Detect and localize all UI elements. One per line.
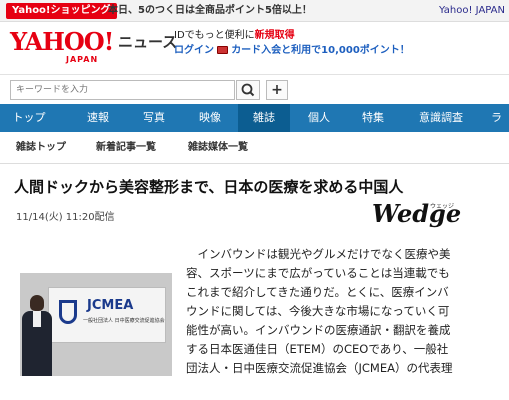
add-button[interactable]: + <box>266 80 288 100</box>
nav-item-top[interactable]: トップ <box>0 104 58 132</box>
credit-card-icon <box>217 46 229 54</box>
nav-item-individual[interactable]: 個人 <box>292 104 346 132</box>
article-title: 人間ドックから美容整形まで、日本の医療を求める中国人 <box>14 178 404 196</box>
section-title[interactable]: ニュース <box>118 32 177 52</box>
body-line: これまで紹介してきた通りだ。とくに、医療インバ <box>186 285 449 299</box>
publisher-logo-sub: ウェッジ <box>430 203 455 210</box>
promo-banner-text[interactable]: 本日、5のつく日は全商品ポイント5倍以上！ <box>108 4 312 18</box>
search-button[interactable] <box>236 80 260 100</box>
body-line: する日本医通佳日（ETEM）のCEOであり、一般社 <box>186 342 449 356</box>
body-line: ウンドに関しては、今後大きな市場になっていく可 <box>186 304 450 318</box>
shopping-link[interactable]: Yahoo!ショッピング <box>6 3 117 19</box>
search-input[interactable] <box>10 80 235 100</box>
yahoo-logo[interactable]: YAHOO! JAPAN <box>10 28 118 68</box>
nav-item-more[interactable]: ラ <box>484 104 509 132</box>
body-line: 団法人・日中医療交流促進協会（JCMEA）の代表理 <box>186 361 453 375</box>
search-bar: + <box>0 74 509 104</box>
site-header: YAHOO! JAPAN ニュース IDでもっと便利に新規取得 ログイン カード… <box>0 22 509 74</box>
nav-item-survey[interactable]: 意識調査 <box>404 104 478 132</box>
body-line: 能性が高い。インバウンドの医療通訳・翻訳を養成 <box>186 323 451 337</box>
article-photo[interactable]: JCMEA 一般社団法人 日中医療交流促進協会 <box>20 273 172 376</box>
jcmea-logo-icon <box>59 300 77 324</box>
article-date: 11/14(火) 11:20配信 <box>16 212 115 223</box>
magazine-subnav: 雑誌トップ 新着記事一覧 雑誌媒体一覧 <box>0 132 509 164</box>
subnav-new-articles[interactable]: 新着記事一覧 <box>96 141 156 155</box>
promo-prefix: IDでもっと便利に <box>174 30 255 41</box>
person-head <box>30 295 44 311</box>
login-promo: IDでもっと便利に新規取得 ログイン カード入会と利用で10,000ポイント！ <box>174 28 410 58</box>
article-body: インバウンドは観光やグルメだけでなく医療や美 容、スポーツにまで広がっていること… <box>186 245 496 378</box>
subnav-magazine-list[interactable]: 雑誌媒体一覧 <box>188 141 248 155</box>
yahoo-japan-link[interactable]: Yahoo! JAPAN <box>439 4 505 18</box>
sign-text: JCMEA <box>87 298 134 313</box>
person-shirt <box>33 311 41 327</box>
top-promo-bar: Yahoo!ショッピング 本日、5のつく日は全商品ポイント5倍以上！ Yahoo… <box>0 0 509 22</box>
photo-sign: JCMEA 一般社団法人 日中医療交流促進協会 <box>48 287 166 343</box>
card-promo-link[interactable]: カード入会と利用で10,000ポイント！ <box>231 45 410 56</box>
logo-main-text: YAHOO! <box>10 27 114 56</box>
nav-item-feature[interactable]: 特集 <box>346 104 400 132</box>
nav-item-video[interactable]: 映像 <box>182 104 238 132</box>
subnav-magazine-top[interactable]: 雑誌トップ <box>16 141 66 155</box>
body-line: インバウンドは観光やグルメだけでなく医療や美 <box>186 247 451 261</box>
nav-item-breaking[interactable]: 速報 <box>70 104 126 132</box>
body-line: 容、スポーツにまで広がっていることは当連載でも <box>186 266 450 280</box>
logo-sub-text: JAPAN <box>66 55 99 64</box>
search-icon <box>241 83 255 97</box>
nav-item-photo[interactable]: 写真 <box>126 104 182 132</box>
nav-item-magazine[interactable]: 雑誌 <box>238 104 290 132</box>
login-link[interactable]: ログイン <box>174 45 214 56</box>
sign-subtext: 一般社団法人 日中医療交流促進協会 <box>83 318 165 324</box>
register-link[interactable]: 新規取得 <box>255 30 295 41</box>
main-nav: トップ 速報 写真 映像 雑誌 個人 特集 意識調査 ラ <box>0 104 509 132</box>
